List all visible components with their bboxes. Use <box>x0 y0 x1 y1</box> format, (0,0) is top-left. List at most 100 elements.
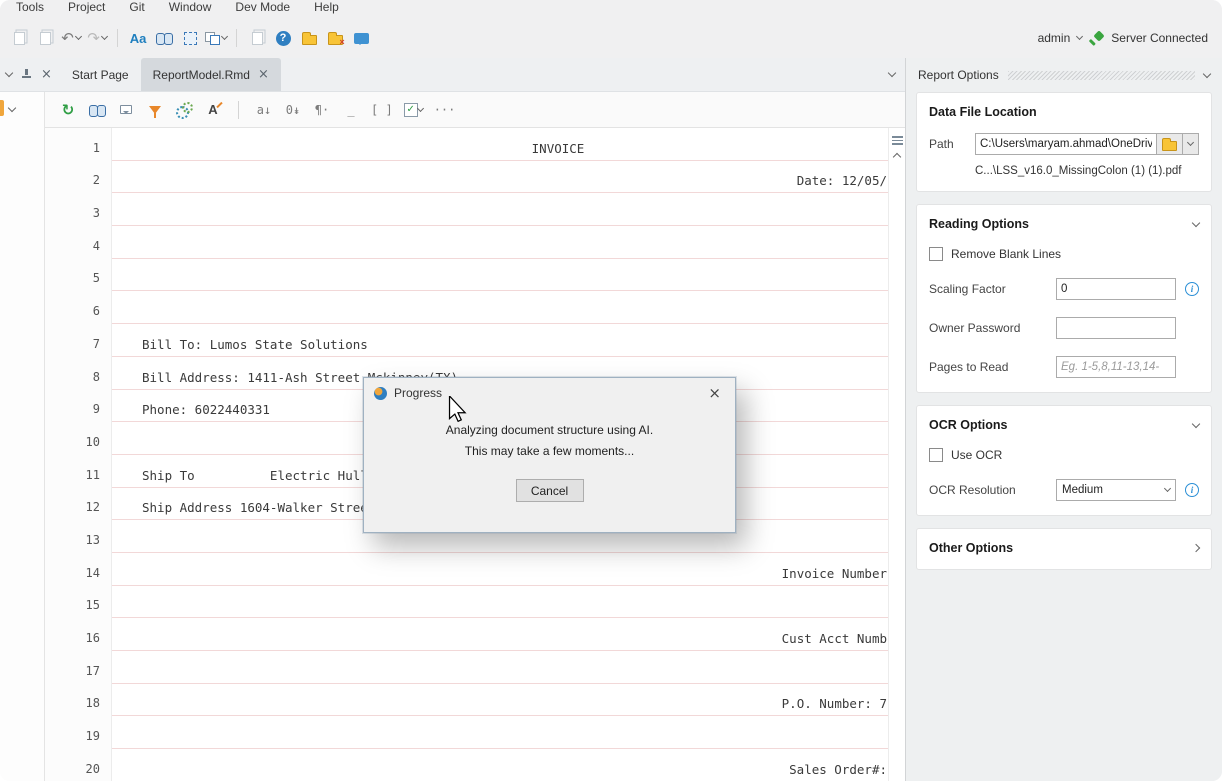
edit-font-button[interactable]: A <box>204 100 222 120</box>
collapsed-panel-tab[interactable] <box>0 100 4 116</box>
editor-line[interactable] <box>112 193 888 226</box>
brackets-button[interactable]: [ ] <box>371 100 393 120</box>
remove-blank-lines-label: Remove Blank Lines <box>951 247 1061 261</box>
editor-scrollbar[interactable] <box>888 128 905 781</box>
more-icon: ··· <box>434 103 456 117</box>
editor-line[interactable]: Invoice Number <box>112 553 888 586</box>
more-options-button[interactable]: ··· <box>434 100 456 120</box>
find-in-document-button[interactable] <box>88 100 106 120</box>
filter-button[interactable] <box>146 100 164 120</box>
menu-dev-mode[interactable]: Dev Mode <box>235 0 290 14</box>
underscore-button[interactable]: _ <box>342 100 360 120</box>
undo-button[interactable]: ↶ <box>60 26 82 50</box>
feedback-button[interactable] <box>350 26 372 50</box>
line-number: 10 <box>45 422 111 455</box>
copy-icon[interactable] <box>8 26 30 50</box>
pin-icon[interactable] <box>21 69 32 80</box>
close-folder-button[interactable]: × <box>324 26 346 50</box>
collapse-ocr-options-icon[interactable] <box>1192 419 1200 427</box>
use-ocr-checkbox[interactable] <box>929 448 943 462</box>
tab-list-dropdown-icon[interactable] <box>888 69 896 77</box>
find-button[interactable] <box>153 26 175 50</box>
editor-line[interactable]: INVOICE <box>112 128 888 161</box>
font-button[interactable]: Aa <box>127 26 149 50</box>
ocr-resolution-info-icon[interactable]: i <box>1185 483 1199 497</box>
menu-project[interactable]: Project <box>68 0 105 14</box>
line-number: 7 <box>45 324 111 357</box>
splitter-handle-icon[interactable] <box>892 136 903 145</box>
dialog-titlebar[interactable]: Progress × <box>364 378 735 408</box>
editor-line[interactable] <box>112 651 888 684</box>
export-button[interactable] <box>246 26 268 50</box>
open-folder-button[interactable] <box>298 26 320 50</box>
tab-close-icon[interactable]: × <box>258 68 269 81</box>
menu-help[interactable]: Help <box>314 0 339 14</box>
pages-to-read-input[interactable] <box>1056 356 1176 378</box>
editor-line[interactable]: P.O. Number: 7 <box>112 684 888 717</box>
owner-password-input[interactable] <box>1056 317 1176 339</box>
comment-button[interactable] <box>117 100 135 120</box>
undo-dropdown-icon[interactable] <box>75 33 82 40</box>
user-dropdown-icon[interactable] <box>1076 33 1083 40</box>
gears-icon <box>176 102 193 117</box>
numeric-button[interactable]: 0↡ <box>284 100 302 120</box>
new-region-button[interactable] <box>179 26 201 50</box>
side-panel-dropdown-icon[interactable] <box>8 104 16 112</box>
tab-start-page[interactable]: Start Page <box>60 58 141 91</box>
export-icon <box>252 32 263 45</box>
paste-icon[interactable] <box>34 26 56 50</box>
expand-other-options-icon[interactable] <box>1192 544 1200 552</box>
remove-blank-lines-checkbox[interactable] <box>929 247 943 261</box>
browse-folder-button[interactable] <box>1156 133 1183 155</box>
find-icon <box>156 33 173 43</box>
editor-line[interactable] <box>112 716 888 749</box>
new-region-icon <box>184 32 197 45</box>
sort-button[interactable]: a↓ <box>255 100 273 120</box>
scroll-up-icon[interactable] <box>893 152 901 160</box>
path-label: Path <box>929 137 975 151</box>
user-menu[interactable]: admin <box>1038 31 1071 45</box>
scaling-factor-input[interactable] <box>1056 278 1176 300</box>
whitespace-button[interactable]: ¶· <box>313 100 331 120</box>
help-button[interactable]: ? <box>272 26 294 50</box>
editor-line[interactable] <box>112 586 888 619</box>
undo-icon: ↶ <box>61 29 74 47</box>
tab-reportmodel[interactable]: ReportModel.Rmd × <box>141 58 281 91</box>
close-pane-icon[interactable]: × <box>41 68 52 81</box>
path-input[interactable] <box>975 133 1157 155</box>
editor-line[interactable] <box>112 291 888 324</box>
editor-line[interactable] <box>112 259 888 292</box>
checklist-dropdown-icon[interactable] <box>417 104 424 111</box>
dialog-close-icon[interactable]: × <box>704 384 725 403</box>
cancel-button[interactable]: Cancel <box>516 479 584 502</box>
checklist-button[interactable]: ✓ <box>404 100 423 120</box>
redo-button[interactable]: ↷ <box>86 26 108 50</box>
collapse-reading-options-icon[interactable] <box>1192 218 1200 226</box>
editor-line[interactable]: Sales Order#: <box>112 749 888 781</box>
line-number: 18 <box>45 684 111 717</box>
menu-git[interactable]: Git <box>129 0 144 14</box>
scaling-factor-info-icon[interactable]: i <box>1185 282 1199 296</box>
editor-line[interactable]: Cust Acct Numb <box>112 618 888 651</box>
editor-line[interactable] <box>112 226 888 259</box>
menu-window[interactable]: Window <box>169 0 212 14</box>
line-number: 13 <box>45 520 111 553</box>
panel-dropdown-icon[interactable] <box>1203 69 1211 77</box>
ocr-resolution-dropdown-icon <box>1164 485 1171 492</box>
editor-line[interactable]: Date: 12/05/ <box>112 161 888 194</box>
ocr-resolution-select[interactable]: Medium <box>1056 479 1176 501</box>
dock-dropdown-icon[interactable] <box>5 69 13 77</box>
auto-detect-button[interactable] <box>175 100 193 120</box>
progress-dialog: Progress × Analyzing document structure … <box>363 377 736 533</box>
menu-tools[interactable]: Tools <box>16 0 44 14</box>
app-logo-icon <box>374 387 387 400</box>
line-number: 6 <box>45 291 111 324</box>
refresh-button[interactable]: ↻ <box>59 100 77 120</box>
path-dropdown-button[interactable] <box>1182 133 1199 155</box>
redo-dropdown-icon[interactable] <box>101 33 108 40</box>
underscore-icon: _ <box>347 103 354 117</box>
line-number: 12 <box>45 488 111 521</box>
editor-line[interactable]: Bill To: Lumos State Solutions <box>112 324 888 357</box>
merge-dropdown-icon[interactable] <box>221 33 228 40</box>
merge-button[interactable] <box>205 26 227 50</box>
